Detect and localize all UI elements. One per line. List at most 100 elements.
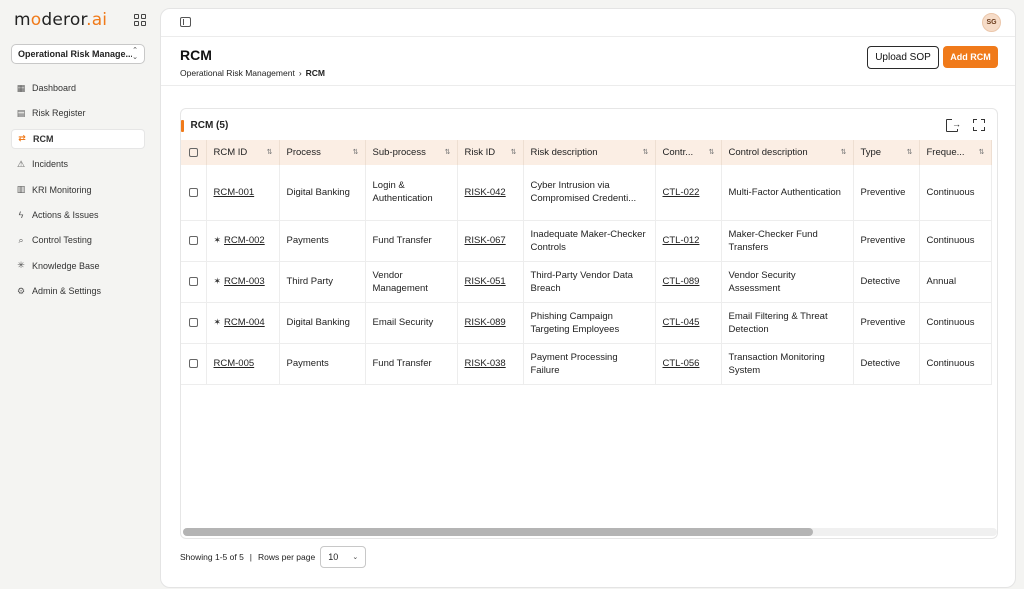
subprocess-cell: Email Security — [365, 302, 458, 344]
upload-sop-button[interactable]: Upload SOP — [867, 46, 939, 69]
rcm-id-link[interactable]: RCM-002 — [224, 235, 265, 246]
type-cell: Preventive — [853, 165, 920, 221]
sidebar-item-label: Control Testing — [32, 235, 92, 246]
ai-sparkle-icon: ✶ — [213, 317, 222, 327]
column-header[interactable]: Process ⇅ — [279, 140, 366, 165]
sort-icon[interactable]: ⇅ — [841, 148, 847, 156]
table-row[interactable]: ✶ RCM-003 Third Party Vendor Management RISK… — [181, 261, 992, 303]
risk-id-link[interactable]: RISK-051 — [457, 261, 524, 303]
app-grid-icon[interactable] — [134, 14, 146, 26]
column-header[interactable]: Freque... ⇅ — [919, 140, 992, 165]
rcm-id-link[interactable]: RCM-003 — [224, 276, 265, 287]
dashboard-icon: ▦ — [16, 82, 26, 93]
column-header[interactable]: Contr... ⇅ — [655, 140, 722, 165]
control-id-link[interactable]: CTL-012 — [655, 220, 722, 262]
top-bar: SG — [161, 9, 1015, 37]
sort-icon[interactable]: ⇅ — [979, 148, 985, 156]
risk-description-cell: Phishing Campaign Targeting Employees — [523, 302, 656, 344]
row-checkbox[interactable] — [189, 358, 198, 368]
rcm-id-link[interactable]: RCM-001 — [214, 187, 255, 198]
control-description-cell: Email Filtering & Threat Detection — [721, 302, 854, 344]
control-id-link[interactable]: CTL-022 — [655, 165, 722, 221]
organization-select[interactable]: Operational Risk Manage... ⌃ ⌄ — [11, 44, 145, 64]
rcm-id-link[interactable]: RCM-004 — [224, 317, 265, 328]
sort-icon[interactable]: ⇅ — [643, 148, 649, 156]
sidebar-item-incidents[interactable]: ⚠ Incidents — [11, 154, 145, 174]
sidebar-item-label: RCM — [33, 133, 54, 144]
rows-per-page-select[interactable]: 10 ⌄ — [320, 546, 367, 568]
control-id-link[interactable]: CTL-056 — [655, 343, 722, 385]
scrollbar-thumb[interactable] — [183, 528, 813, 536]
sort-icon[interactable]: ⇅ — [907, 148, 913, 156]
expand-icon[interactable] — [973, 119, 985, 131]
select-all-checkbox[interactable] — [189, 147, 198, 157]
logo-row: moderor.ai — [14, 10, 146, 30]
control-id-link[interactable]: CTL-089 — [655, 261, 722, 303]
sidebar-item-label: Risk Register — [32, 108, 86, 119]
sidebar-item-kri-monitoring[interactable]: ▥ KRI Monitoring — [11, 180, 145, 200]
rcm-id-cell: ✶ RCM-003 — [206, 261, 280, 303]
row-checkbox[interactable] — [189, 187, 198, 197]
horizontal-scrollbar[interactable] — [183, 528, 997, 536]
sidebar-item-admin-settings[interactable]: ⚙ Admin & Settings — [11, 281, 145, 301]
register-icon: ▤ — [16, 107, 26, 118]
logo: moderor.ai — [14, 10, 108, 30]
sidebar-item-control-testing[interactable]: ⌕ Control Testing — [11, 230, 145, 250]
control-description-cell: Transaction Monitoring System — [721, 343, 854, 385]
sidebar-item-dashboard[interactable]: ▦ Dashboard — [11, 78, 145, 98]
subprocess-cell: Fund Transfer — [365, 220, 458, 262]
rcm-table: RCM ID ⇅ Process ⇅ Sub-process ⇅ Risk ID ⇅ Risk … — [181, 140, 992, 385]
sidebar-item-risk-register[interactable]: ▤ Risk Register — [11, 103, 145, 123]
process-cell: Payments — [279, 343, 366, 385]
column-header[interactable]: RCM ID ⇅ — [206, 140, 280, 165]
risk-id-link[interactable]: RISK-089 — [457, 302, 524, 344]
rcm-id-link[interactable]: RCM-005 — [214, 358, 255, 369]
sidebar-toggle-icon[interactable] — [180, 17, 191, 27]
control-description-cell: Multi-Factor Authentication — [721, 165, 854, 221]
risk-id-link[interactable]: RISK-038 — [457, 343, 524, 385]
column-header[interactable]: Risk description ⇅ — [523, 140, 656, 165]
sidebar-item-label: Incidents — [32, 159, 69, 170]
sort-icon[interactable]: ⇅ — [709, 148, 715, 156]
sidebar-item-rcm[interactable]: ⇄ RCM — [11, 128, 145, 149]
add-rcm-button[interactable]: Add RCM — [943, 46, 998, 68]
sort-icon[interactable]: ⇅ — [353, 148, 359, 156]
table-row[interactable]: ✶ RCM-002 Payments Fund Transfer RISK-067 Ina… — [181, 220, 992, 262]
table-row[interactable]: RCM-001 Digital Banking Login & Authentica… — [181, 165, 992, 221]
column-header[interactable]: Type ⇅ — [853, 140, 920, 165]
sidebar-item-actions-issues[interactable]: ϟ Actions & Issues — [11, 205, 145, 225]
column-header[interactable]: Sub-process ⇅ — [365, 140, 458, 165]
admin-icon: ⚙ — [16, 285, 26, 296]
risk-description-cell: Cyber Intrusion via Compromised Credenti… — [523, 165, 656, 221]
frequency-cell: Continuous — [919, 165, 992, 221]
control-id-link[interactable]: CTL-045 — [655, 302, 722, 344]
process-cell: Digital Banking — [279, 302, 366, 344]
rcm-table-wrapper: RCM ID ⇅ Process ⇅ Sub-process ⇅ Risk ID ⇅ Risk … — [181, 140, 997, 386]
row-checkbox[interactable] — [189, 317, 198, 327]
avatar[interactable]: SG — [982, 13, 1001, 32]
frequency-cell: Continuous — [919, 220, 992, 262]
process-cell: Third Party — [279, 261, 366, 303]
sort-icon[interactable]: ⇅ — [511, 148, 517, 156]
table-row[interactable]: ✶ RCM-004 Digital Banking Email Security RIS… — [181, 302, 992, 344]
export-icon[interactable] — [946, 119, 961, 132]
breadcrumb-current: RCM — [305, 68, 326, 78]
risk-id-link[interactable]: RISK-067 — [457, 220, 524, 262]
table-row[interactable]: RCM-005 Payments Fund Transfer RISK-038 Paym… — [181, 343, 992, 385]
sidebar-item-knowledge-base[interactable]: ✳ Knowledge Base — [11, 256, 145, 276]
sidebar-item-label: Actions & Issues — [32, 209, 99, 220]
sort-icon[interactable]: ⇅ — [267, 148, 273, 156]
row-checkbox[interactable] — [189, 276, 198, 286]
risk-id-link[interactable]: RISK-042 — [457, 165, 524, 221]
sidebar-nav: ▦ Dashboard ▤ Risk Register ⇄ RCM ⚠ Incidents ▥ K… — [11, 78, 145, 307]
breadcrumb-parent[interactable]: Operational Risk Management — [180, 68, 295, 78]
chevron-down-icon: ⌄ — [352, 554, 359, 561]
sparkle-icon: ✳ — [17, 260, 25, 271]
card-title: RCM (5) — [181, 119, 228, 132]
column-header[interactable]: Control description ⇅ — [721, 140, 854, 165]
monitoring-icon: ▥ — [16, 184, 26, 195]
row-checkbox[interactable] — [189, 235, 198, 245]
column-header[interactable]: Risk ID ⇅ — [457, 140, 524, 165]
page-header: RCM Operational Risk Management › RCM — [180, 47, 325, 78]
sort-icon[interactable]: ⇅ — [445, 148, 451, 156]
